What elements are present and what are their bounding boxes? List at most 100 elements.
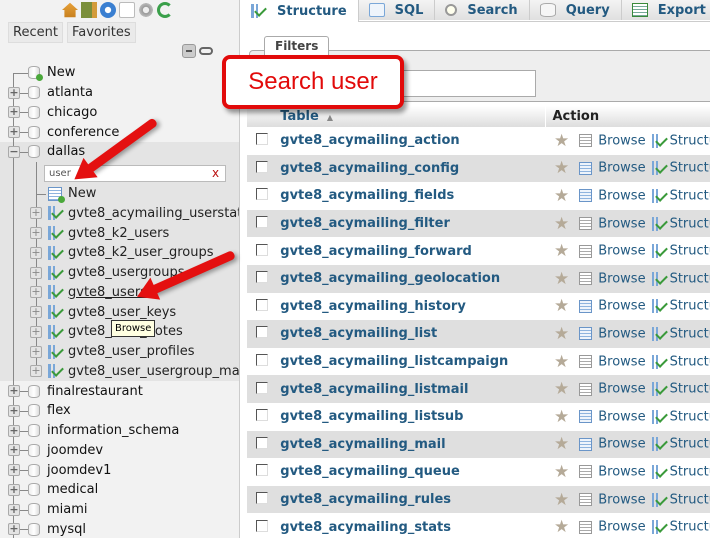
logout-icon[interactable] — [81, 2, 97, 18]
tree-item-label[interactable]: dallas — [47, 144, 85, 159]
browse-link[interactable]: Browse — [598, 409, 645, 424]
structure-link[interactable]: Structu — [670, 271, 710, 286]
structure-icon[interactable] — [651, 520, 666, 535]
tree-item-label[interactable]: joomdev1 — [47, 463, 111, 478]
tree-table-item[interactable]: + gvte8_users — [0, 282, 239, 303]
browse-icon[interactable] — [579, 327, 593, 341]
tree-item-new-table[interactable]: New — [0, 183, 239, 204]
tab-sql[interactable]: SQL — [358, 0, 436, 20]
tree-item-label[interactable]: joomdev — [47, 443, 103, 458]
browse-link[interactable]: Browse — [598, 492, 645, 507]
browse-link[interactable]: Browse — [598, 299, 645, 314]
browse-link[interactable]: Browse — [598, 216, 645, 231]
table-name-link[interactable]: gvte8_acymailing_listsub — [280, 409, 463, 424]
row-checkbox[interactable] — [256, 271, 268, 284]
expand-icon[interactable]: + — [30, 227, 42, 240]
table-column-header[interactable]: Table ▲ — [280, 106, 546, 127]
tree-item-label[interactable]: finalrestaurant — [47, 384, 143, 399]
table-name-link[interactable]: gvte8_acymailing_mail — [280, 437, 445, 452]
table-name-link[interactable]: gvte8_acymailing_config — [280, 161, 459, 176]
tab-search[interactable]: Search — [435, 0, 530, 20]
tree-item-label[interactable]: mysql — [47, 522, 86, 537]
tree-item-database[interactable]: + joomdev1 — [0, 460, 239, 480]
structure-icon[interactable] — [651, 133, 666, 148]
browse-icon[interactable] — [579, 272, 593, 286]
row-checkbox[interactable] — [256, 133, 268, 146]
table-structure-icon[interactable] — [48, 305, 62, 320]
expand-icon[interactable]: + — [8, 126, 20, 139]
row-checkbox[interactable] — [256, 243, 268, 256]
structure-icon[interactable] — [651, 216, 666, 231]
favorite-star-icon[interactable]: ★ — [554, 241, 569, 261]
tab-query[interactable]: Query — [529, 0, 622, 20]
table-structure-icon[interactable] — [48, 226, 62, 241]
structure-link[interactable]: Structu — [670, 244, 710, 259]
browse-link[interactable]: Browse — [598, 354, 645, 369]
tree-table-item[interactable]: + gvte8_user_usergroup_map — [0, 361, 239, 382]
expand-icon[interactable]: + — [30, 246, 42, 259]
structure-icon[interactable] — [651, 244, 666, 259]
table-name-link[interactable]: gvte8_acymailing_forward — [280, 244, 472, 259]
documentation-icon[interactable] — [119, 2, 135, 18]
row-checkbox[interactable] — [256, 381, 268, 394]
tree-item-chicago[interactable]: + chicago — [0, 102, 239, 123]
tree-table-item[interactable]: + gvte8_k2_users — [0, 223, 239, 243]
row-checkbox[interactable] — [256, 519, 268, 532]
expand-icon[interactable]: + — [30, 306, 42, 319]
row-checkbox[interactable] — [256, 464, 268, 477]
browse-icon[interactable] — [579, 189, 593, 203]
table-name-link[interactable]: gvte8_acymailing_geolocation — [280, 271, 500, 286]
tab-structure[interactable]: Structure — [241, 0, 359, 22]
structure-icon[interactable] — [651, 492, 666, 507]
link-with-main-icon[interactable] — [199, 47, 213, 55]
table-name-link[interactable]: gvte8_acymailing_fields — [280, 188, 454, 203]
expand-icon[interactable]: + — [8, 503, 20, 516]
structure-icon[interactable] — [651, 409, 666, 424]
browse-icon[interactable] — [579, 465, 593, 479]
table-structure-icon[interactable] — [48, 265, 62, 280]
browse-link[interactable]: Browse — [598, 464, 645, 479]
structure-icon[interactable] — [651, 161, 666, 176]
table-structure-icon[interactable] — [48, 344, 62, 359]
expand-icon[interactable]: + — [8, 523, 20, 536]
table-structure-icon[interactable] — [48, 324, 62, 339]
tree-item-label[interactable]: medical — [47, 482, 98, 497]
row-checkbox[interactable] — [256, 298, 268, 311]
browse-icon[interactable] — [579, 244, 593, 258]
structure-link[interactable]: Structu — [670, 188, 710, 203]
expand-icon[interactable]: + — [30, 325, 42, 338]
settings-icon[interactable] — [138, 2, 154, 18]
tree-item-label[interactable]: flex — [47, 403, 71, 418]
structure-link[interactable]: Structu — [670, 216, 710, 231]
favorite-star-icon[interactable]: ★ — [554, 269, 569, 289]
tree-item-label[interactable]: atlanta — [47, 85, 93, 100]
structure-icon[interactable] — [651, 437, 666, 452]
tree-item-database[interactable]: + information_schema — [0, 420, 239, 441]
structure-icon[interactable] — [651, 382, 666, 397]
structure-link[interactable]: Structu — [670, 382, 710, 397]
tree-item-database[interactable]: + flex — [0, 401, 239, 421]
browse-link[interactable]: Browse — [598, 326, 645, 341]
browse-link[interactable]: Browse — [598, 188, 645, 203]
table-column-label[interactable]: Table — [280, 109, 319, 124]
browse-icon[interactable] — [579, 161, 593, 175]
table-name-link[interactable]: gvte8_acymailing_rules — [280, 492, 451, 507]
browse-link[interactable]: Browse — [598, 520, 645, 535]
expand-icon[interactable]: + — [8, 483, 20, 496]
favorite-star-icon[interactable]: ★ — [554, 462, 569, 482]
favorite-star-icon[interactable]: ★ — [554, 131, 569, 151]
browse-link[interactable]: Browse — [598, 244, 645, 259]
tree-item-database[interactable]: + mysql — [0, 519, 239, 538]
favorite-star-icon[interactable]: ★ — [554, 296, 569, 316]
tree-item-label[interactable]: miami — [47, 502, 88, 517]
tree-table-label[interactable]: gvte8_user_profiles — [68, 344, 195, 359]
tree-item-label[interactable]: chicago — [47, 105, 97, 120]
favorite-star-icon[interactable]: ★ — [554, 490, 569, 510]
structure-link[interactable]: Structu — [670, 133, 710, 148]
clear-filter-button[interactable]: x — [212, 166, 219, 180]
row-checkbox[interactable] — [256, 409, 268, 422]
home-icon[interactable] — [62, 2, 78, 18]
expand-icon[interactable]: + — [8, 404, 20, 417]
browse-link[interactable]: Browse — [598, 437, 645, 452]
browse-icon[interactable] — [579, 217, 593, 231]
